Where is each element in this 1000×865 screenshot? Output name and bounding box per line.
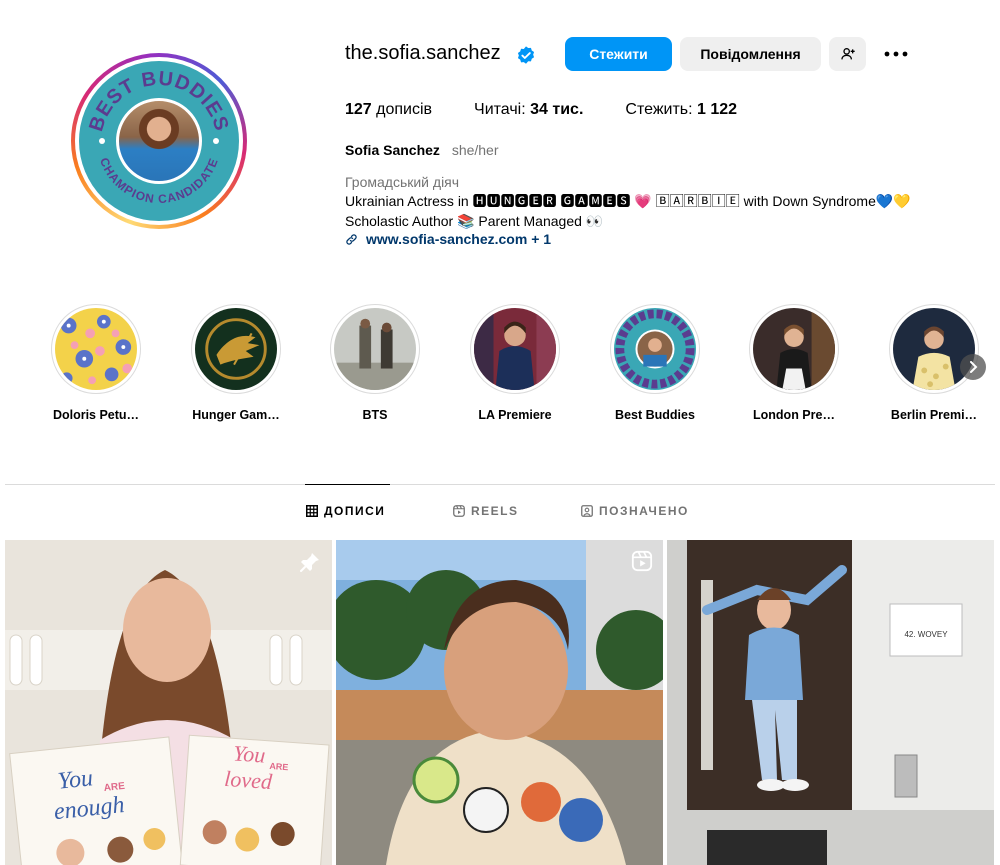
post-image-park <box>336 540 663 865</box>
bio-line-2: Scholastic Author 📚 Parent Managed 👀 <box>345 212 604 229</box>
chevron-right-icon <box>970 361 978 373</box>
highlight-ring <box>470 304 560 394</box>
highlight-ring <box>889 304 979 394</box>
trailer-sign-text: 42. WOVEY <box>904 630 948 639</box>
name-row: Sofia Sanchez she/her <box>345 142 499 158</box>
tab-reels-label: REELS <box>471 504 519 518</box>
profile-bio: Ukrainian Actress in 🅷🆄🅽🅶🅴🆁 🅶🅰🅼🅴🆂 💗 🄱🄰🅁🄱… <box>345 192 911 231</box>
add-user-icon <box>840 48 855 60</box>
bio-line-1: Ukrainian Actress in 🅷🆄🅽🅶🅴🆁 🅶🅰🅼🅴🆂 💗 🄱🄰🅁🄱… <box>345 193 911 209</box>
highlight-label: London Pre… <box>753 408 835 422</box>
profile-full-name: Sofia Sanchez <box>345 142 440 158</box>
verified-badge-icon <box>517 46 535 64</box>
highlight-london-premiere[interactable]: London Pre… <box>729 304 859 422</box>
post-tile[interactable]: 42. WOVEY <box>667 540 994 865</box>
highlight-thumb-mockingjay <box>195 308 277 390</box>
followers-label: Читачі: <box>474 101 526 118</box>
highlight-bts[interactable]: BTS <box>310 304 440 422</box>
tabs-divider <box>5 484 995 485</box>
tab-tagged-label: ПОЗНАЧЕНО <box>599 504 689 518</box>
following-count[interactable]: Стежить: 1 122 <box>625 101 737 119</box>
more-options-button[interactable] <box>878 37 914 71</box>
pinned-post-icon <box>300 553 319 572</box>
highlight-best-buddies[interactable]: Best Buddies <box>590 304 720 422</box>
following-value: 1 122 <box>697 101 738 118</box>
highlight-ring <box>191 304 281 394</box>
profile-category: Громадський діяч <box>345 174 460 190</box>
book2-title-c: loved <box>224 766 274 794</box>
book2-title-a: You <box>232 740 266 767</box>
post-image-trailer: 42. WOVEY <box>667 540 994 865</box>
tab-posts[interactable]: ДОПИСИ <box>306 504 385 518</box>
highlight-ring <box>51 304 141 394</box>
avatar-photo <box>116 98 202 184</box>
active-tab-indicator <box>305 484 390 485</box>
highlight-label: Berlin Premi… <box>890 408 978 422</box>
post-tile[interactable] <box>336 540 663 865</box>
highlights-next-button[interactable] <box>960 354 986 380</box>
following-label: Стежить: <box>625 101 693 118</box>
profile-username: the.sofia.sanchez <box>345 42 501 64</box>
profile-link[interactable]: www.sofia-sanchez.com + 1 <box>345 231 551 247</box>
profile-stats: 127 дописів Читачі: 34 тис. Стежить: 1 1… <box>345 101 779 119</box>
link-icon <box>346 233 357 245</box>
video-post-icon <box>631 550 653 572</box>
suggested-users-button[interactable] <box>829 37 866 71</box>
message-button[interactable]: Повідомлення <box>680 37 821 71</box>
highlight-thumb-berlin-premiere <box>893 308 975 390</box>
highlight-label: Doloris Petu… <box>52 408 140 422</box>
post-tile[interactable]: You ARE enough You ARE loved <box>5 540 332 865</box>
follow-button[interactable]: Стежити <box>565 37 672 71</box>
highlight-label: LA Premiere <box>478 408 552 422</box>
highlight-thumb-floral <box>55 308 137 390</box>
followers-count[interactable]: Читачі: 34 тис. <box>474 101 583 119</box>
highlight-thumb-best-buddies <box>614 308 696 390</box>
best-buddies-badge: BEST BUDDIES CHAMPION CANDIDATE <box>79 61 239 221</box>
highlight-label: Hunger Gam… <box>192 408 280 422</box>
post-image-books: You ARE enough You ARE loved <box>5 540 332 865</box>
tab-tagged[interactable]: ПОЗНАЧЕНО <box>581 504 689 518</box>
highlight-doloris[interactable]: Doloris Petu… <box>31 304 161 422</box>
profile-avatar[interactable]: BEST BUDDIES CHAMPION CANDIDATE <box>71 53 247 229</box>
avatar-inner-frame: BEST BUDDIES CHAMPION CANDIDATE <box>75 57 243 225</box>
posts-count-value: 127 <box>345 101 372 118</box>
highlight-hunger-games[interactable]: Hunger Gam… <box>171 304 301 422</box>
highlight-thumb-london-premiere <box>753 308 835 390</box>
highlight-la-premiere[interactable]: LA Premiere <box>450 304 580 422</box>
highlight-ring <box>749 304 839 394</box>
highlight-thumb-la-premiere <box>474 308 556 390</box>
posts-count-label: дописів <box>376 101 433 118</box>
highlight-label: BTS <box>362 408 388 422</box>
reels-icon <box>453 505 465 517</box>
profile-pronouns: she/her <box>451 142 499 158</box>
more-dots-icon <box>884 51 908 57</box>
profile-link-text: www.sofia-sanchez.com + 1 <box>366 231 552 247</box>
story-highlights: Doloris Petu… Hunger Gam… BTS LA Premier… <box>0 304 1000 434</box>
tab-reels[interactable]: REELS <box>453 504 519 518</box>
highlight-ring <box>610 304 700 394</box>
tab-posts-label: ДОПИСИ <box>324 504 386 518</box>
highlight-thumb-bts <box>334 308 416 390</box>
highlight-label: Best Buddies <box>615 408 695 422</box>
grid-icon <box>306 505 318 517</box>
posts-count: 127 дописів <box>345 101 432 119</box>
highlight-ring <box>330 304 420 394</box>
followers-value: 34 тис. <box>530 101 584 118</box>
book1-title-a: You <box>57 765 95 795</box>
tagged-icon <box>581 505 593 517</box>
